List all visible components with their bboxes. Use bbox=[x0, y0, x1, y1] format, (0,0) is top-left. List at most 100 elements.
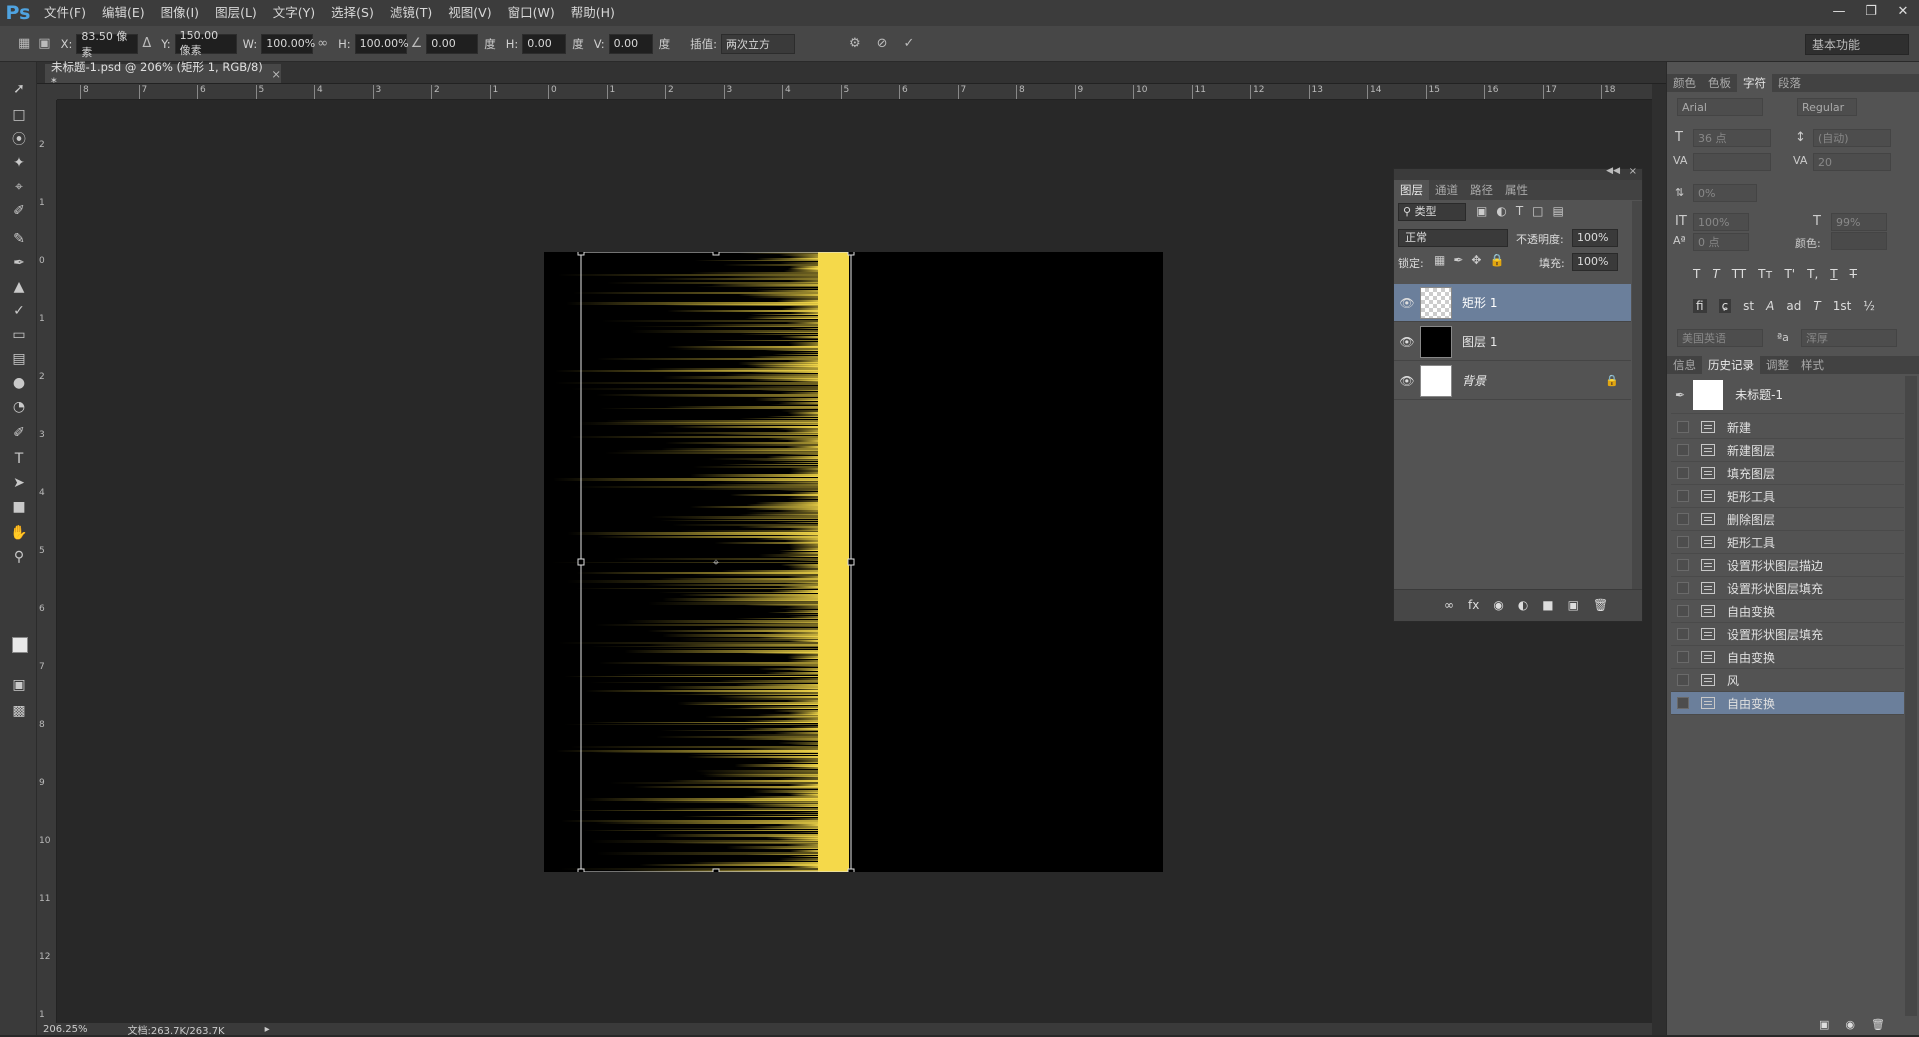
language-select[interactable]: 美国英语 bbox=[1677, 329, 1763, 347]
layer-row-background[interactable]: 👁 背景 🔒 bbox=[1394, 362, 1631, 400]
history-checkbox[interactable] bbox=[1677, 513, 1689, 525]
history-checkbox[interactable] bbox=[1677, 697, 1689, 709]
pen-tool-icon[interactable]: ✐ bbox=[7, 422, 31, 444]
tab-swatches[interactable]: 色板 bbox=[1702, 74, 1737, 92]
menu-image[interactable]: 图像(I) bbox=[153, 0, 207, 26]
reference-point-icon[interactable]: ▣ bbox=[38, 36, 50, 51]
menu-filter[interactable]: 滤镜(T) bbox=[382, 0, 440, 26]
filter-shape-icon[interactable]: □ bbox=[1532, 204, 1543, 218]
workspace-select[interactable]: 基本功能 bbox=[1805, 34, 1909, 55]
menu-select[interactable]: 选择(S) bbox=[323, 0, 382, 26]
new-document-from-state-icon[interactable]: ▣ bbox=[1819, 1018, 1829, 1031]
screen-mode-icon[interactable]: ▩ bbox=[7, 700, 31, 722]
history-item[interactable]: 删除图层 bbox=[1671, 508, 1904, 531]
visibility-eye-icon[interactable]: 👁 bbox=[1394, 296, 1420, 310]
subscript-button[interactable]: T, bbox=[1807, 267, 1818, 281]
close-tab-icon[interactable]: × bbox=[271, 67, 281, 81]
lock-transparency-icon[interactable]: ▦ bbox=[1434, 253, 1445, 267]
horizontal-scale-field[interactable]: 99% bbox=[1831, 213, 1887, 231]
angle-field[interactable]: 0.00 bbox=[426, 33, 479, 54]
brush-tool-icon[interactable]: ✒ bbox=[7, 252, 31, 274]
tab-paragraph[interactable]: 段落 bbox=[1772, 74, 1807, 92]
w-field[interactable]: 100.00% bbox=[261, 33, 315, 54]
menu-type[interactable]: 文字(Y) bbox=[265, 0, 323, 26]
add-mask-icon[interactable]: ◉ bbox=[1493, 598, 1503, 612]
small-caps-button[interactable]: Tт bbox=[1758, 267, 1772, 281]
superscript-button[interactable]: T' bbox=[1784, 267, 1795, 281]
menu-view[interactable]: 视图(V) bbox=[440, 0, 499, 26]
baseline-field[interactable]: 0 点 bbox=[1693, 233, 1749, 251]
transform-tool-icon[interactable]: ▦ bbox=[18, 36, 30, 51]
history-item[interactable]: 填充图层 bbox=[1671, 462, 1904, 485]
filter-type-icon[interactable]: T bbox=[1516, 204, 1523, 218]
tab-paths[interactable]: 路径 bbox=[1464, 180, 1499, 200]
transform-handle[interactable] bbox=[577, 868, 585, 872]
history-checkbox[interactable] bbox=[1677, 605, 1689, 617]
eyedropper-tool-icon[interactable]: ✐ bbox=[7, 200, 31, 222]
layer-name[interactable]: 背景 bbox=[1462, 372, 1605, 389]
font-family-select[interactable]: Arial bbox=[1677, 98, 1763, 116]
new-layer-icon[interactable]: ▣ bbox=[1568, 598, 1579, 612]
leading-field[interactable]: (自动) bbox=[1813, 129, 1891, 147]
opacity-field[interactable]: 100% bbox=[1572, 229, 1618, 247]
history-checkbox[interactable] bbox=[1677, 536, 1689, 548]
underline-button[interactable]: T bbox=[1830, 267, 1837, 281]
layer-name[interactable]: 图层 1 bbox=[1462, 333, 1497, 350]
layer-style-icon[interactable]: fx bbox=[1468, 598, 1479, 612]
history-brush-source-icon[interactable]: ✒ bbox=[1675, 388, 1685, 402]
h-field[interactable]: 100.00% bbox=[354, 33, 409, 54]
menu-file[interactable]: 文件(F) bbox=[36, 0, 94, 26]
kerning-field[interactable] bbox=[1693, 153, 1771, 171]
eraser-tool-icon[interactable]: ▭ bbox=[7, 324, 31, 346]
delete-state-icon[interactable]: 🗑 bbox=[1871, 1018, 1885, 1031]
restore-icon[interactable]: ❐ bbox=[1855, 0, 1887, 22]
lock-all-icon[interactable]: 🔒 bbox=[1489, 253, 1504, 267]
history-item[interactable]: 设置形状图层填充 bbox=[1671, 577, 1904, 600]
path-select-tool-icon[interactable]: ➤ bbox=[7, 472, 31, 494]
tab-channels[interactable]: 通道 bbox=[1429, 180, 1464, 200]
document-tab[interactable]: 未标题-1.psd @ 206% (矩形 1, RGB/8) * × bbox=[45, 60, 281, 89]
snapshot-camera-icon[interactable]: ◉ bbox=[1845, 1018, 1855, 1031]
titling-button[interactable]: T bbox=[1813, 299, 1820, 313]
tab-adjustments[interactable]: 调整 bbox=[1760, 356, 1795, 374]
transform-center-icon[interactable]: ⌖ bbox=[713, 555, 720, 569]
lasso-tool-icon[interactable]: ⦿ bbox=[7, 128, 31, 150]
layers-scrollbar[interactable] bbox=[1632, 201, 1642, 589]
blend-mode-select[interactable]: 正常 bbox=[1398, 229, 1508, 247]
history-item[interactable]: 自由变换 bbox=[1671, 600, 1904, 623]
ordinals-button[interactable]: 1st bbox=[1833, 299, 1852, 313]
transform-handle[interactable] bbox=[847, 252, 855, 256]
menu-window[interactable]: 窗口(W) bbox=[500, 0, 563, 26]
transform-handle[interactable] bbox=[847, 558, 855, 566]
delta-icon[interactable]: Δ bbox=[142, 36, 151, 51]
tab-color[interactable]: 颜色 bbox=[1667, 74, 1702, 92]
tsume-field[interactable]: 0% bbox=[1693, 184, 1757, 202]
move-tool-icon[interactable]: ➚ bbox=[7, 78, 31, 100]
warp-icon[interactable]: ⚙ bbox=[849, 36, 861, 51]
filter-pixel-icon[interactable]: ▣ bbox=[1476, 204, 1487, 218]
cancel-icon[interactable]: ⊘ bbox=[877, 36, 888, 51]
faux-bold-button[interactable]: T bbox=[1693, 267, 1700, 281]
dodge-tool-icon[interactable]: ◔ bbox=[7, 396, 31, 418]
tab-character[interactable]: 字符 bbox=[1737, 74, 1772, 92]
collapse-icon[interactable]: ◀◀ bbox=[1606, 166, 1620, 176]
x-field[interactable]: 83.50 像素 bbox=[76, 30, 139, 59]
history-checkbox[interactable] bbox=[1677, 490, 1689, 502]
filter-smart-icon[interactable]: ▤ bbox=[1553, 204, 1564, 218]
document-canvas[interactable]: ⌖ bbox=[544, 252, 1163, 872]
faux-italic-button[interactable]: T bbox=[1712, 267, 1719, 281]
transform-handle[interactable] bbox=[847, 868, 855, 872]
menu-edit[interactable]: 编辑(E) bbox=[94, 0, 153, 26]
tracking-field[interactable]: 20 bbox=[1813, 153, 1891, 171]
strikethrough-button[interactable]: T bbox=[1850, 267, 1857, 281]
history-snapshot[interactable]: ✒ 未标题-1 bbox=[1671, 376, 1904, 414]
history-item[interactable]: 自由变换 bbox=[1671, 692, 1904, 715]
transform-handle[interactable] bbox=[577, 558, 585, 566]
history-checkbox[interactable] bbox=[1677, 582, 1689, 594]
tab-history[interactable]: 历史记录 bbox=[1702, 356, 1760, 374]
panel-close-icon[interactable]: × bbox=[1629, 166, 1637, 177]
fill-field[interactable]: 100% bbox=[1572, 253, 1618, 271]
adjustment-layer-icon[interactable]: ◐ bbox=[1518, 598, 1528, 612]
history-brush-tool-icon[interactable]: ✓ bbox=[7, 300, 31, 322]
blur-tool-icon[interactable]: ● bbox=[7, 372, 31, 394]
